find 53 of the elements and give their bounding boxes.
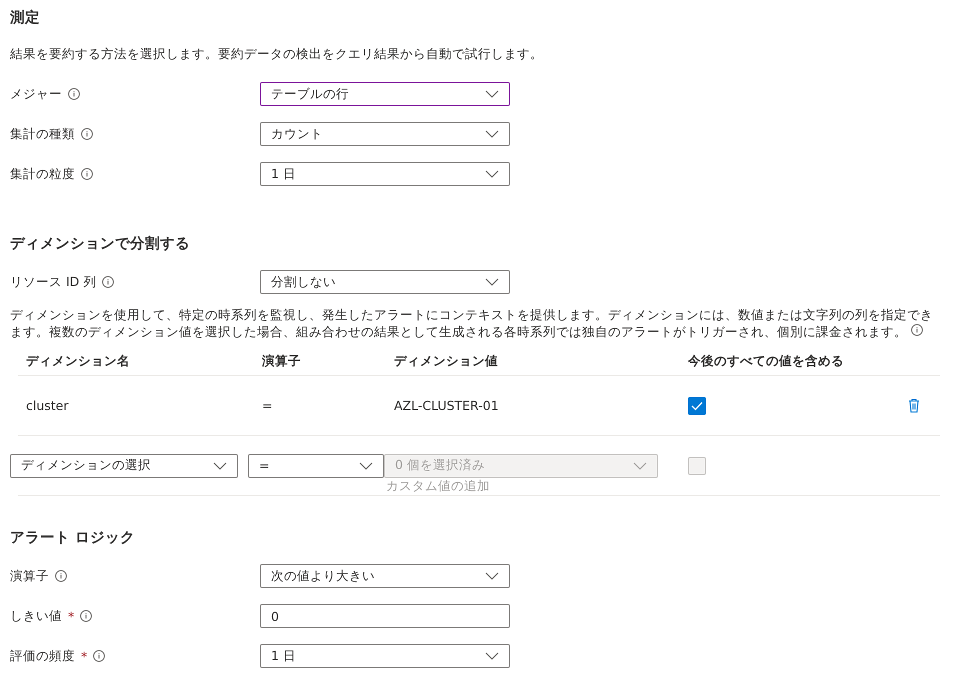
chevron-down-icon [485, 170, 499, 178]
info-icon [55, 570, 67, 582]
info-icon [81, 128, 93, 140]
field-label: 演算子 [10, 568, 49, 584]
section-title: アラート ロジック [10, 529, 136, 548]
dropdown[interactable]: テーブルの行 [260, 82, 510, 106]
info-icon [93, 650, 106, 662]
checkbox[interactable] [688, 456, 706, 474]
chevron-down-icon [213, 462, 227, 470]
dropdown[interactable]: 1 日 [260, 644, 510, 668]
dropdown[interactable]: ディメンションの選択 [10, 454, 238, 478]
column-header: 今後のすべての値を含める [680, 348, 940, 376]
dropdown[interactable]: カウント [260, 122, 510, 146]
field-label: 集計の種類 [10, 126, 75, 142]
field-label: しきい値 [10, 608, 62, 624]
chevron-down-icon [485, 278, 499, 286]
dropdown[interactable]: 分割しない [260, 270, 510, 294]
info-icon [68, 88, 80, 100]
dropdown[interactable]: 次の値より大きい [260, 564, 510, 588]
table-cell: cluster [26, 398, 69, 413]
info-icon [81, 168, 93, 180]
field-label: リソース ID 列 [10, 274, 96, 290]
chevron-down-icon [359, 462, 373, 470]
field-label: 集計の粒度 [10, 166, 75, 182]
column-header: 演算子 [254, 348, 386, 376]
info-icon [102, 276, 114, 288]
column-header: ディメンション名 [18, 348, 254, 376]
chevron-down-icon [485, 90, 499, 98]
chevron-down-icon [485, 652, 499, 660]
description: ディメンションを使用して、特定の時系列を監視し、発生したアラートにコンテキストを提供します。ディメンションには、数値または文字列の列を指定できます。複数のディメンション値を選択した場合、組み合わせの結果として生成される各時系列では独自のアラートがトリガーされ、個別に課金されます。 [10, 306, 934, 340]
hint-text: カスタム値の追加 [386, 478, 491, 492]
checkmark-icon [691, 400, 703, 410]
info-icon [910, 324, 923, 336]
checkbox[interactable] [688, 396, 706, 414]
description: 結果を要約する方法を選択します。要約データの検出をクエリ結果から自動で試行します。 [10, 45, 544, 62]
info-icon [80, 610, 92, 622]
required-mark: * [81, 648, 88, 664]
section-title: ディメンションで分割する [10, 234, 191, 254]
dropdown[interactable]: = [248, 454, 384, 478]
chevron-down-icon [633, 462, 647, 470]
chevron-down-icon [485, 572, 499, 580]
chevron-down-icon [485, 130, 499, 138]
input-field[interactable]: 0 [260, 604, 510, 628]
dropdown[interactable]: 1 日 [260, 162, 510, 186]
column-header: ディメンション値 [386, 348, 680, 376]
field-label: 評価の頻度 [10, 648, 75, 664]
required-mark: * [68, 608, 74, 624]
section-title: 測定 [10, 8, 41, 28]
table-cell: AZL-CLUSTER-01 [394, 398, 499, 413]
field-label: メジャー [10, 86, 62, 102]
delete-icon[interactable] [908, 398, 920, 413]
dropdown: 0 個を選択済み [384, 454, 658, 478]
table-cell: = [262, 398, 272, 413]
